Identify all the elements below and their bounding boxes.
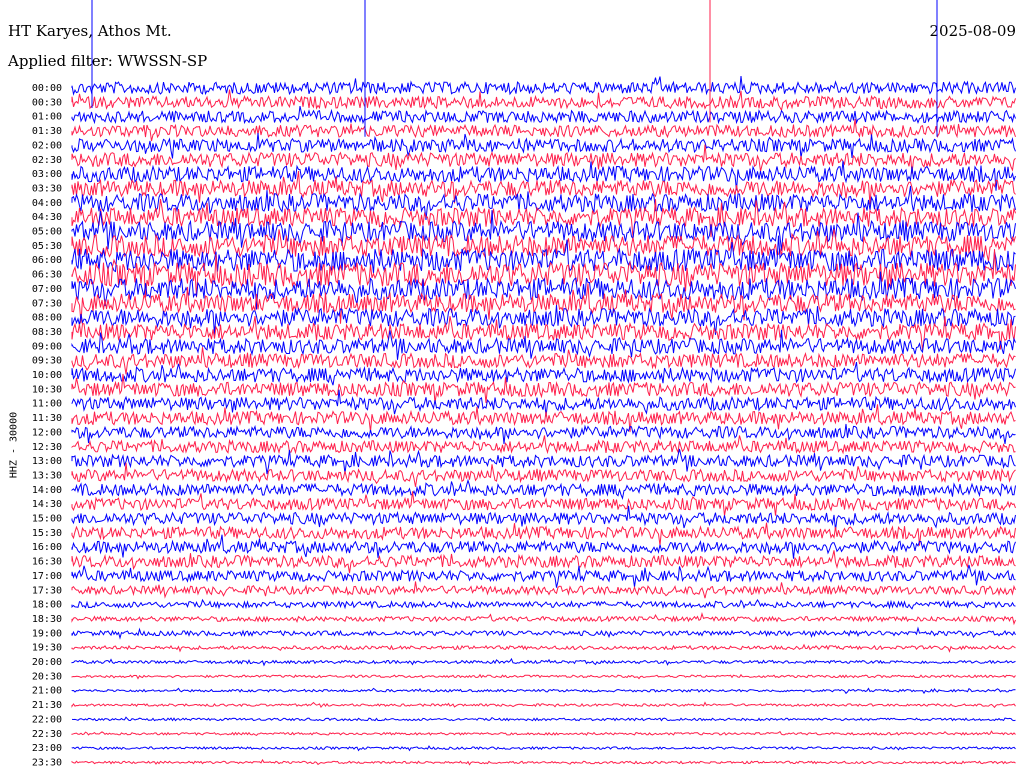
time-label: 08:00 <box>32 313 62 324</box>
trace-line <box>71 626 1016 640</box>
time-label: 15:00 <box>32 514 62 525</box>
trace-line <box>71 448 1016 475</box>
time-label: 18:00 <box>32 600 62 611</box>
trace-line <box>71 701 1016 709</box>
time-label: 23:00 <box>32 743 62 754</box>
trace-line <box>71 534 1016 559</box>
time-label: 09:00 <box>32 341 62 352</box>
time-label: 15:30 <box>32 528 62 539</box>
time-label: 21:00 <box>32 686 62 697</box>
time-label: 00:30 <box>32 97 62 108</box>
time-label: 06:00 <box>32 255 62 266</box>
time-label: 01:00 <box>32 112 62 123</box>
trace-line <box>71 730 1016 737</box>
time-label: 11:30 <box>32 413 62 424</box>
trace-line <box>71 462 1016 487</box>
time-label: 20:00 <box>32 657 62 668</box>
time-label: 00:00 <box>32 83 62 94</box>
time-label: 08:30 <box>32 327 62 338</box>
trace-line <box>71 758 1016 766</box>
time-label: 22:30 <box>32 729 62 740</box>
time-label: 02:30 <box>32 155 62 166</box>
trace-line <box>71 478 1016 501</box>
trace-line <box>71 598 1016 610</box>
trace-line <box>71 361 1016 386</box>
helicorder-plot: 00:00 00:30 01:00 01:30 02:00 02:30 03:00 03:30… <box>32 0 1016 768</box>
trace-line <box>71 716 1016 722</box>
time-label: 07:00 <box>32 284 62 295</box>
time-label: 05:30 <box>32 241 62 252</box>
time-label: 13:00 <box>32 456 62 467</box>
time-label: 14:30 <box>32 499 62 510</box>
time-label: 04:00 <box>32 198 62 209</box>
time-label: 03:30 <box>32 183 62 194</box>
time-label: 20:30 <box>32 671 62 682</box>
time-label: 12:30 <box>32 442 62 453</box>
time-label: 09:30 <box>32 356 62 367</box>
trace-line <box>71 550 1016 574</box>
trace-line <box>71 89 1016 112</box>
time-label: 13:30 <box>32 470 62 481</box>
time-label: 16:00 <box>32 542 62 553</box>
time-label: 02:00 <box>32 140 62 151</box>
time-label: 16:30 <box>32 557 62 568</box>
trace-line <box>71 745 1016 752</box>
trace-line <box>71 673 1016 680</box>
trace-line <box>71 389 1016 417</box>
time-label: 21:30 <box>32 700 62 711</box>
time-label: 17:00 <box>32 571 62 582</box>
time-label: 19:30 <box>32 643 62 654</box>
time-label: 18:30 <box>32 614 62 625</box>
trace-line <box>71 564 1016 588</box>
time-label: 10:30 <box>32 384 62 395</box>
helicorder-root: { "header": { "station": "HT Karyes, Ath… <box>0 0 1024 780</box>
trace-line <box>71 687 1016 695</box>
trace-line <box>71 657 1016 667</box>
time-label: 06:30 <box>32 270 62 281</box>
trace-line <box>71 132 1016 159</box>
time-label: 17:30 <box>32 585 62 596</box>
trace-line <box>71 118 1016 142</box>
time-label: 03:00 <box>32 169 62 180</box>
time-label: 05:00 <box>32 227 62 238</box>
time-label: 11:00 <box>32 399 62 410</box>
time-label: 01:30 <box>32 126 62 137</box>
trace-line <box>71 229 1016 262</box>
time-label: 04:30 <box>32 212 62 223</box>
time-label: 12:00 <box>32 427 62 438</box>
trace-line <box>71 643 1016 653</box>
trace-line <box>71 491 1016 516</box>
trace-line <box>71 75 1016 96</box>
time-label: 07:30 <box>32 298 62 309</box>
trace-line <box>71 612 1016 626</box>
time-label: 22:00 <box>32 714 62 725</box>
time-label: 23:30 <box>32 757 62 768</box>
trace-line <box>71 581 1016 599</box>
time-label: 10:00 <box>32 370 62 381</box>
time-label: 14:00 <box>32 485 62 496</box>
trace-line <box>71 249 1016 298</box>
time-label: 19:00 <box>32 628 62 639</box>
trace-line <box>71 105 1016 125</box>
